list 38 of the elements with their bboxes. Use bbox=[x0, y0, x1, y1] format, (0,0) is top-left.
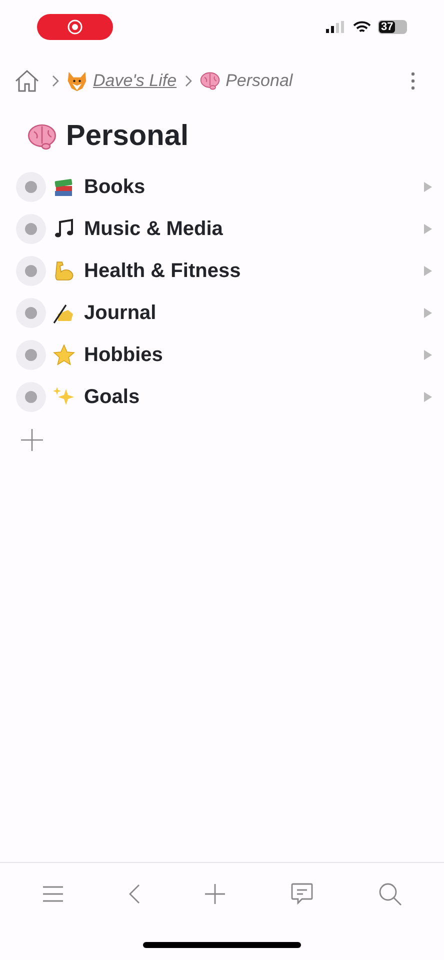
battery-indicator: 37 bbox=[378, 20, 407, 34]
signal-icon bbox=[326, 21, 346, 33]
more-icon[interactable] bbox=[411, 72, 415, 90]
bullet-handle[interactable] bbox=[16, 340, 46, 370]
menu-icon[interactable] bbox=[42, 884, 64, 902]
expand-triangle-icon[interactable] bbox=[424, 266, 432, 276]
expand-triangle-icon[interactable] bbox=[424, 392, 432, 402]
item-title[interactable]: Music & Media bbox=[84, 214, 223, 244]
wifi-icon bbox=[353, 20, 371, 34]
brain-icon bbox=[198, 70, 221, 92]
bullet-handle[interactable] bbox=[16, 382, 46, 412]
expand-triangle-icon[interactable] bbox=[424, 182, 432, 192]
home-icon[interactable] bbox=[14, 69, 40, 93]
fox-icon bbox=[66, 70, 88, 92]
star-icon bbox=[52, 343, 76, 367]
comment-icon[interactable] bbox=[290, 882, 314, 906]
search-icon[interactable] bbox=[378, 882, 402, 906]
bullet-handle[interactable] bbox=[16, 298, 46, 328]
item-title[interactable]: Journal bbox=[84, 298, 156, 328]
chevron-icon bbox=[184, 75, 193, 87]
expand-triangle-icon[interactable] bbox=[424, 308, 432, 318]
item-title[interactable]: Books bbox=[84, 172, 146, 202]
item-title[interactable]: Goals bbox=[84, 382, 140, 412]
bullet-handle[interactable] bbox=[16, 214, 46, 244]
expand-triangle-icon[interactable] bbox=[424, 350, 432, 360]
chevron-icon bbox=[52, 75, 60, 87]
expand-triangle-icon[interactable] bbox=[424, 224, 432, 234]
add-icon[interactable] bbox=[20, 428, 44, 452]
breadcrumb-current: Personal bbox=[226, 70, 293, 92]
back-icon[interactable] bbox=[128, 884, 140, 904]
item-title[interactable]: Hobbies bbox=[84, 340, 163, 370]
item-title[interactable]: Health & Fitness bbox=[84, 256, 241, 286]
flexed-arm-icon bbox=[52, 259, 76, 283]
bullet-handle[interactable] bbox=[16, 172, 46, 202]
breadcrumb-link[interactable]: Dave's Life bbox=[93, 68, 177, 94]
bullet-handle[interactable] bbox=[16, 256, 46, 286]
page-title: Personal bbox=[66, 119, 188, 154]
add-icon[interactable] bbox=[204, 882, 226, 904]
